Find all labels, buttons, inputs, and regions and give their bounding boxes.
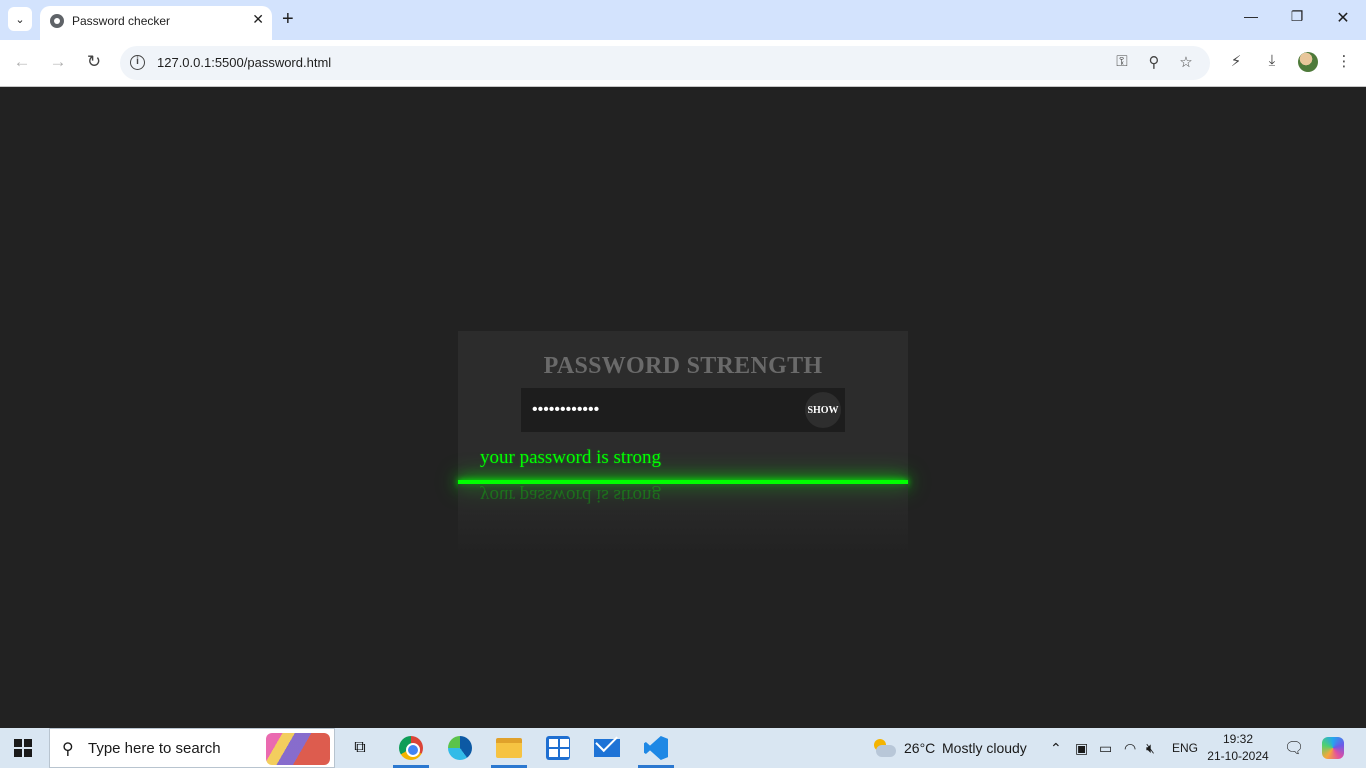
meet-now-icon[interactable]: ▣ (1075, 728, 1088, 768)
task-view-icon[interactable]: ⧉ (340, 732, 380, 764)
bookmark-star-icon[interactable]: ☆ (1176, 53, 1196, 71)
tab-bar: ⌄ Password checker ✕ + — ❐ ✕ (0, 0, 1366, 40)
weather-description[interactable]: Mostly cloudy (942, 728, 1027, 768)
new-tab-button[interactable]: + (282, 6, 294, 32)
battery-icon[interactable]: ▭ (1099, 728, 1112, 768)
mail-icon[interactable] (587, 732, 627, 764)
chevron-up-icon[interactable]: ⌃ (1050, 728, 1062, 768)
clock-time: 19:32 (1222, 732, 1254, 746)
performance-icon[interactable]: ⚡ (1224, 52, 1248, 70)
language-indicator[interactable]: ENG (1172, 728, 1198, 768)
password-field-wrapper: SHOW (521, 388, 845, 432)
search-placeholder: Type here to search (88, 740, 221, 757)
close-window-icon[interactable]: ✕ (1323, 8, 1363, 28)
file-explorer-icon[interactable] (489, 732, 529, 768)
chrome-taskbar-icon[interactable] (391, 732, 431, 768)
microsoft-store-icon[interactable] (538, 732, 578, 764)
key-icon[interactable]: ⚿ (1112, 53, 1132, 70)
wifi-icon[interactable]: ◠ (1124, 728, 1136, 768)
reload-icon[interactable]: ↻ (82, 52, 106, 72)
taskbar-search[interactable]: ⚲ Type here to search (49, 728, 335, 768)
strength-message-reflection: your password is strong (480, 485, 662, 506)
clock-date: 21-10-2024 (1207, 749, 1269, 763)
url-text[interactable]: 127.0.0.1:5500/password.html (157, 55, 331, 70)
weather-temperature[interactable]: 26°C (904, 728, 935, 768)
edge-taskbar-icon[interactable] (440, 732, 480, 764)
restore-icon[interactable]: ❐ (1277, 8, 1317, 25)
zoom-icon[interactable]: ⚲ (1144, 53, 1164, 71)
chevron-down-icon: ⌄ (15, 13, 25, 26)
globe-icon (50, 14, 64, 28)
taskbar: ⚲ Type here to search ⧉ 26°C Mostly clou… (0, 728, 1366, 768)
back-arrow-icon[interactable]: ← (10, 52, 34, 72)
volume-muted-icon[interactable]: 🔇︎ (1146, 728, 1155, 768)
search-highlight-image[interactable] (266, 733, 330, 765)
forward-arrow-icon[interactable]: → (46, 52, 70, 72)
taskbar-clock[interactable]: 19:32 21-10-2024 (1206, 731, 1270, 765)
tab-close-icon[interactable]: ✕ (252, 11, 264, 28)
password-input[interactable] (521, 388, 801, 432)
search-icon: ⚲ (62, 741, 74, 758)
minimize-icon[interactable]: — (1231, 8, 1271, 24)
notifications-icon[interactable]: 🗨︎ (1284, 728, 1304, 768)
page-body: PASSWORD STRENGTH SHOW your password is … (0, 87, 1366, 728)
tab-search-button[interactable]: ⌄ (8, 7, 32, 31)
tab-title: Password checker (72, 14, 171, 28)
browser-toolbar: ← → ↻ i 127.0.0.1:5500/password.html ⚿ ⚲… (0, 40, 1366, 87)
windows-start-icon[interactable] (14, 739, 32, 757)
page-title: PASSWORD STRENGTH (543, 353, 823, 379)
weather-icon[interactable] (872, 737, 896, 759)
menu-kebab-icon[interactable]: ⋮ (1332, 52, 1356, 70)
download-icon[interactable]: ⤓ (1260, 52, 1284, 69)
profile-avatar[interactable] (1298, 52, 1318, 72)
strength-message: your password is strong (480, 447, 662, 468)
address-bar[interactable]: i 127.0.0.1:5500/password.html ⚿ ⚲ ☆ (120, 46, 1210, 80)
tab-password-checker[interactable]: Password checker ✕ (40, 6, 272, 40)
reflection: your password is strong (458, 484, 908, 554)
site-info-icon[interactable]: i (130, 55, 145, 70)
copilot-icon[interactable] (1322, 737, 1344, 759)
password-card: PASSWORD STRENGTH SHOW your password is … (458, 331, 908, 481)
show-password-button[interactable]: SHOW (805, 392, 841, 428)
vscode-taskbar-icon[interactable] (636, 732, 676, 768)
